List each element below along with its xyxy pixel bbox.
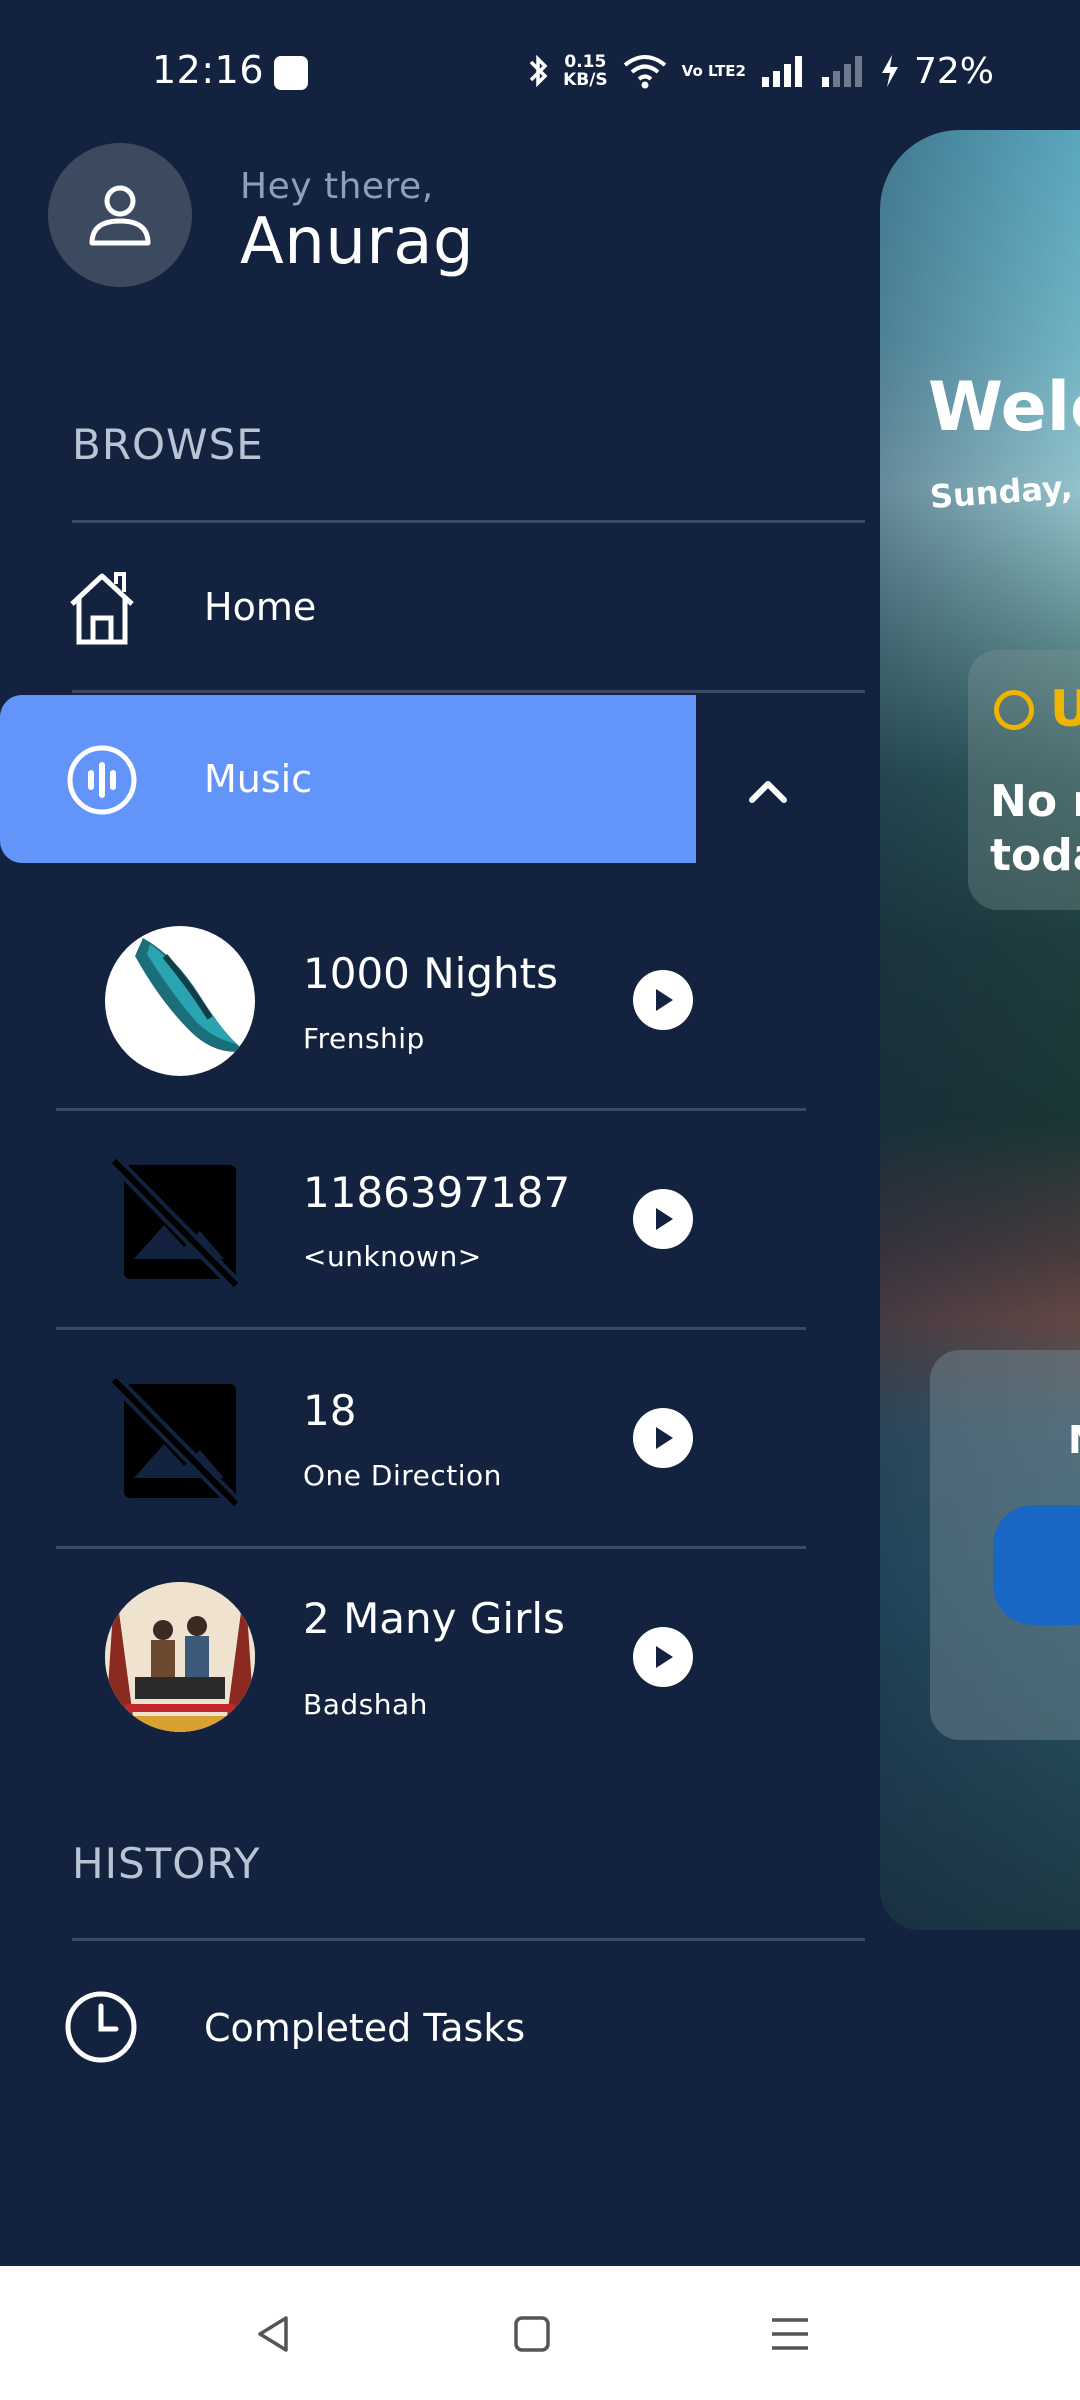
volte-icon: Vo LTE2: [681, 62, 746, 80]
battery-level: 72%: [913, 50, 994, 92]
task-card-button[interactable]: [993, 1505, 1080, 1625]
net-speed-value: 0.15: [564, 52, 607, 72]
song-artist: <unknown>: [303, 1240, 482, 1273]
upcoming-title: U: [1050, 680, 1080, 738]
music-icon: [67, 745, 137, 815]
song-artist: One Direction: [303, 1459, 502, 1492]
no-tasks-line-1: No n: [990, 776, 1080, 827]
play-icon: [656, 1208, 673, 1230]
chevron-up-icon[interactable]: [746, 778, 790, 806]
song-title: 2 Many Girls: [303, 1594, 565, 1643]
status-time: 12:16: [152, 48, 265, 92]
play-icon: [656, 1427, 673, 1449]
album-art-image: [135, 938, 245, 1052]
back-icon[interactable]: [252, 2312, 296, 2356]
user-name: Anurag: [240, 205, 475, 279]
home-icon: [70, 572, 134, 645]
no-image-icon: [109, 1156, 241, 1290]
charging-icon: [881, 55, 898, 87]
song-title: 18: [303, 1386, 357, 1435]
play-icon: [656, 989, 673, 1011]
completed-tasks-label: Completed Tasks: [204, 2006, 526, 2050]
net-speed-unit: KB/S: [563, 70, 608, 90]
wifi-icon: [623, 55, 666, 89]
clock-icon: [994, 690, 1034, 730]
status-icons: 0.15 KB/S Vo LTE2 72%: [527, 46, 994, 96]
signal-icon: [761, 56, 802, 87]
menu-icon[interactable]: [768, 2312, 812, 2356]
song-title: 1186397187: [303, 1168, 571, 1217]
no-tasks-line-2: toda: [990, 830, 1080, 881]
music-label: Music: [204, 757, 313, 801]
divider: [56, 1546, 806, 1549]
play-button[interactable]: [633, 1627, 693, 1687]
bluetooth-icon: [529, 54, 548, 88]
album-art-image: [105, 1582, 255, 1732]
avatar[interactable]: [48, 143, 192, 287]
play-button[interactable]: [633, 1408, 693, 1468]
network-speed: 0.15 KB/S: [563, 53, 608, 89]
divider: [56, 1108, 806, 1111]
play-icon: [656, 1646, 673, 1668]
home-nav-icon[interactable]: [510, 2312, 554, 2356]
album-art: [105, 926, 255, 1076]
browse-title: BROWSE: [72, 420, 264, 469]
divider: [72, 1938, 865, 1941]
task-card-title: N: [1068, 1418, 1080, 1462]
album-art: [105, 1582, 255, 1732]
greeting-text: Hey there,: [240, 166, 434, 207]
divider: [72, 520, 865, 523]
divider: [56, 1327, 806, 1330]
user-icon: [89, 185, 151, 246]
clock-icon: [65, 1991, 137, 2063]
song-artist: Badshah: [303, 1688, 428, 1721]
home-label: Home: [204, 585, 317, 629]
song-artist: Frenship: [303, 1022, 425, 1055]
signal-2-icon: [821, 56, 862, 87]
no-tasks-text: No n toda: [990, 775, 1080, 883]
history-title: HISTORY: [72, 1839, 261, 1888]
song-title: 1000 Nights: [303, 949, 558, 998]
divider: [72, 690, 865, 693]
welcome-text: Welc: [928, 368, 1080, 447]
play-button[interactable]: [633, 970, 693, 1030]
notification-icon: [274, 56, 308, 90]
no-image-icon: [109, 1375, 241, 1509]
play-button[interactable]: [633, 1189, 693, 1249]
